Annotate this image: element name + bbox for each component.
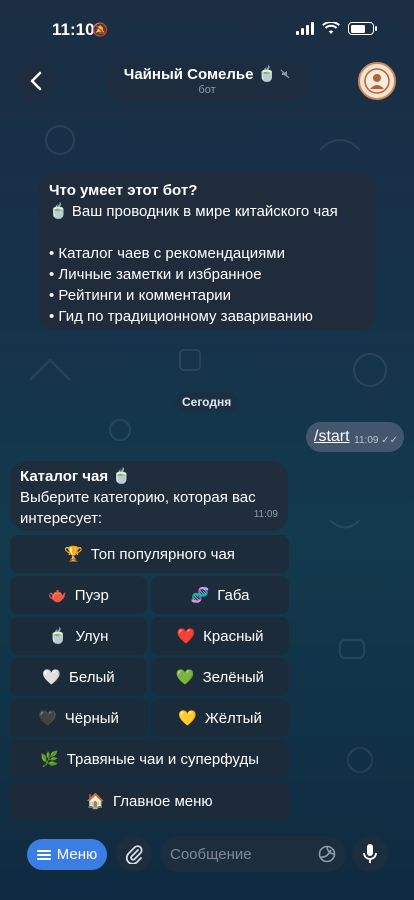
signal-icon: [296, 22, 314, 35]
hamburger-icon: [36, 849, 51, 860]
white-heart-icon: 🤍: [42, 669, 62, 686]
red-heart-icon: ❤️: [176, 628, 196, 645]
message-line: Выберите категорию, которая вас: [20, 489, 256, 506]
yellow-tea-button[interactable]: 💛 Жёлтый: [151, 699, 289, 737]
chat-subtitle: бот: [198, 84, 216, 96]
herb-icon: 🌿: [40, 751, 59, 768]
title-tea-emoji: 🍵: [257, 66, 277, 83]
button-label: Пуэр: [74, 586, 109, 604]
back-button[interactable]: [16, 61, 56, 101]
button-label: Жёлтый: [204, 709, 262, 727]
sticker-icon[interactable]: [318, 845, 336, 863]
double-check-icon: ✓✓: [381, 435, 398, 446]
start-command-link[interactable]: /start: [314, 428, 350, 445]
house-icon: 🏠: [86, 793, 105, 810]
status-icons: [296, 22, 377, 35]
ulun-button[interactable]: 🍵 Улун: [10, 617, 147, 655]
button-label: Улун: [75, 627, 109, 645]
green-heart-icon: 💚: [175, 669, 195, 686]
message-line: интересует:: [20, 510, 103, 527]
button-label: Габа: [217, 586, 250, 604]
message-input-container: [160, 836, 346, 872]
tea-master-avatar-icon: [364, 68, 390, 94]
green-tea-button[interactable]: 💚 Зелёный: [151, 658, 289, 696]
attach-button[interactable]: [116, 836, 152, 872]
button-label: Главное меню: [113, 792, 213, 810]
microphone-icon: [363, 844, 377, 863]
message-time: 11:09: [253, 509, 278, 520]
outgoing-message: /start 11:09 ✓✓: [306, 422, 404, 452]
button-label: Зелёный: [202, 668, 265, 686]
trophy-icon: 🏆: [64, 546, 83, 563]
info-bullet: • Личные заметки и избранное: [49, 266, 262, 283]
teapot-icon: 🫖: [48, 587, 67, 604]
muted-icon: [280, 69, 290, 79]
button-label: Белый: [69, 668, 115, 686]
bot-menu-button[interactable]: Меню: [27, 839, 107, 870]
status-bar: 11:10 🔕: [0, 0, 414, 56]
wifi-icon: [322, 22, 340, 34]
bot-avatar[interactable]: [358, 62, 396, 100]
chevron-left-icon: [30, 71, 42, 91]
battery-icon: [348, 22, 377, 35]
message-heading: Каталог чая 🍵: [20, 468, 131, 485]
message-time: 11:09: [354, 435, 379, 446]
black-heart-icon: 🖤: [38, 710, 57, 727]
message-input[interactable]: [170, 836, 310, 872]
yellow-heart-icon: 💛: [178, 710, 197, 727]
main-menu-button[interactable]: 🏠 Главное меню: [10, 782, 289, 820]
black-tea-button[interactable]: 🖤 Чёрный: [10, 699, 147, 737]
herbal-tea-button[interactable]: 🌿 Травяные чаи и суперфуды: [10, 740, 289, 778]
voice-message-button[interactable]: [352, 836, 388, 872]
button-label: Чёрный: [64, 709, 119, 727]
incoming-message: Каталог чая 🍵 Выберите категорию, котора…: [10, 461, 288, 531]
paperclip-icon: [125, 845, 143, 864]
info-intro: 🍵 Ваш проводник в мире китайского чая: [49, 203, 338, 220]
info-bullet: • Рейтинги и комментарии: [49, 287, 232, 304]
mute-icon: 🔕: [92, 22, 109, 37]
menu-label: Меню: [56, 846, 98, 863]
button-label: Топ популярного чая: [90, 545, 235, 563]
chat-title[interactable]: Чайный Сомелье 🍵 бот: [106, 61, 308, 101]
info-bullet: • Гид по традиционному завариванию: [49, 308, 313, 325]
puer-button[interactable]: 🫖 Пуэр: [10, 576, 147, 614]
status-time: 11:10: [52, 20, 95, 39]
dna-icon: 🧬: [190, 587, 210, 604]
bot-info-card: Что умеет этот бот? 🍵 Ваш проводник в ми…: [39, 172, 376, 330]
top-popular-tea-button[interactable]: 🏆 Топ популярного чая: [10, 535, 289, 573]
chat-name: Чайный Сомелье: [123, 65, 254, 83]
button-label: Травяные чаи и суперфуды: [66, 750, 259, 768]
tea-cup-icon: 🍵: [48, 628, 68, 645]
button-label: Красный: [203, 627, 264, 645]
message-meta: 11:09 ✓✓: [354, 435, 398, 446]
red-tea-button[interactable]: ❤️ Красный: [151, 617, 289, 655]
info-bullet: • Каталог чаев с рекомендациями: [49, 245, 285, 262]
white-tea-button[interactable]: 🤍 Белый: [10, 658, 147, 696]
date-separator: Сегодня: [175, 392, 239, 412]
gaba-button[interactable]: 🧬 Габа: [151, 576, 289, 614]
info-heading: Что умеет этот бот?: [49, 182, 198, 199]
